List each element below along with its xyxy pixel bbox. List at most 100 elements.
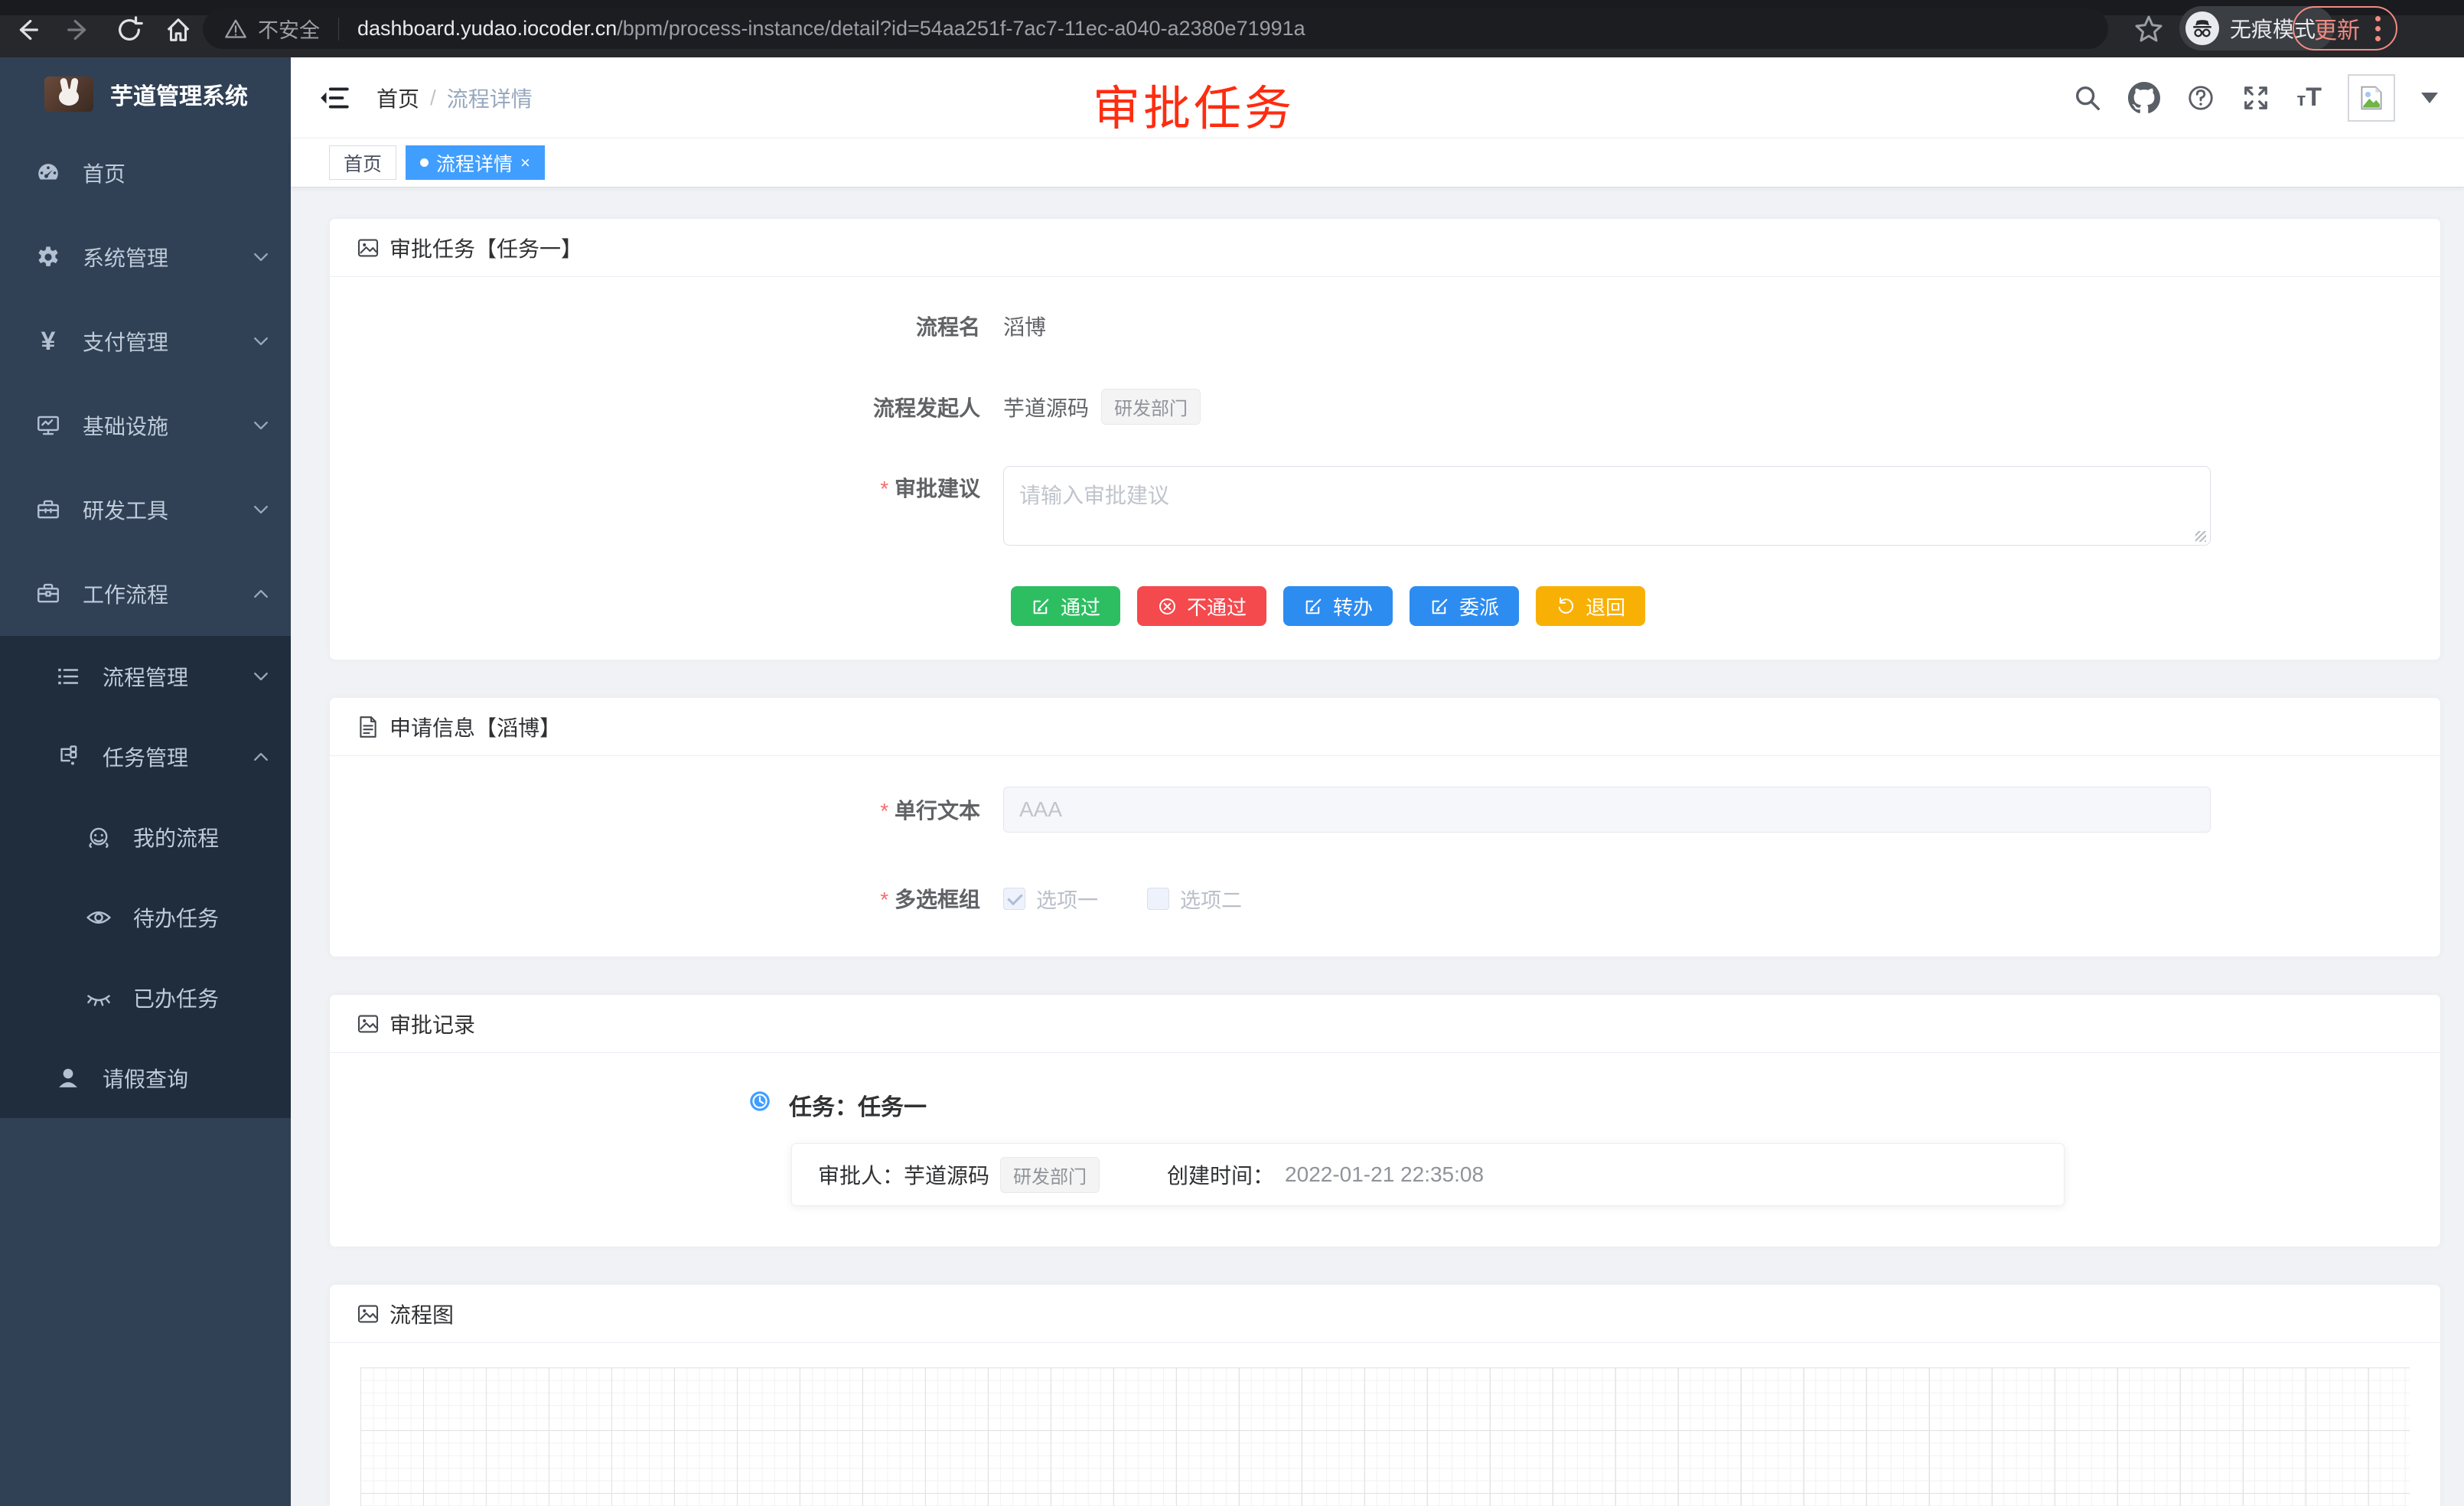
help-icon[interactable] xyxy=(2186,83,2215,112)
suggestion-textarea[interactable] xyxy=(1003,466,2211,546)
picture-icon xyxy=(356,1302,380,1326)
picture-icon xyxy=(356,1012,380,1036)
sidebar-item-done-tasks[interactable]: 已办任务 xyxy=(0,957,291,1038)
sidebar-item-home[interactable]: 首页 xyxy=(0,131,291,215)
sidebar-item-system[interactable]: 系统管理 xyxy=(0,215,291,299)
sidebar-item-process-mgmt[interactable]: 流程管理 xyxy=(0,636,291,716)
browser-home-icon[interactable] xyxy=(164,15,193,44)
single-line-row: 单行文本 xyxy=(330,787,2440,833)
avatar[interactable] xyxy=(2348,74,2395,122)
search-icon[interactable] xyxy=(2073,83,2102,112)
tags-view-bar: 首页 流程详情 × xyxy=(291,138,2464,187)
chevron-down-icon xyxy=(251,331,271,351)
incognito-icon xyxy=(2185,11,2219,45)
sidebar-item-infra[interactable]: 基础设施 xyxy=(0,383,291,468)
address-bar[interactable]: 不安全 dashboard.yudao.iocoder.cn/bpm/proce… xyxy=(203,8,2108,49)
sidebar-item-task-mgmt[interactable]: 任务管理 xyxy=(0,716,291,797)
tab-home[interactable]: 首页 xyxy=(329,145,396,180)
picture-icon xyxy=(356,236,380,260)
dept-tag: 研发部门 xyxy=(1101,389,1201,425)
font-size-icon[interactable]: тT xyxy=(2296,83,2322,112)
sidebar-item-label: 待办任务 xyxy=(133,902,219,933)
browser-forward-icon[interactable] xyxy=(64,15,93,44)
timeline-clock-icon xyxy=(747,1088,773,1114)
textarea-resize-handle[interactable] xyxy=(2195,531,2206,542)
field-label: 多选框组 xyxy=(330,883,1003,914)
record-detail-card: 审批人： 芋道源码 研发部门 创建时间： 2022-01-21 22:35:08 xyxy=(791,1143,2065,1206)
eye-icon xyxy=(86,905,112,931)
approval-actions: 通过 不通过 转办 委派 xyxy=(330,586,2440,626)
card-title: 审批记录 xyxy=(389,1009,475,1039)
single-line-input xyxy=(1003,787,2211,833)
sidebar-item-label: 研发工具 xyxy=(83,494,168,525)
chevron-down-icon xyxy=(251,500,271,520)
process-diagram-card: 流程图 xyxy=(329,1284,2441,1506)
checkbox-option1: 选项一 xyxy=(1003,884,1098,914)
dept-tag: 研发部门 xyxy=(1000,1157,1100,1193)
dashboard-icon xyxy=(35,160,61,186)
bpmn-diagram-canvas[interactable] xyxy=(360,1367,2410,1506)
process-name-value: 滔博 xyxy=(1003,311,1046,341)
sidebar-item-workflow[interactable]: 工作流程 xyxy=(0,552,291,636)
bookmark-star-icon[interactable] xyxy=(2133,14,2164,44)
transfer-button[interactable]: 转办 xyxy=(1283,586,1393,626)
browser-reload-icon[interactable] xyxy=(115,15,144,44)
chevron-up-icon xyxy=(251,584,271,604)
field-label: 流程发起人 xyxy=(330,392,1003,422)
chevron-down-icon xyxy=(251,416,271,435)
approve-button[interactable]: 通过 xyxy=(1011,586,1120,626)
initiator-row: 流程发起人 芋道源码 研发部门 xyxy=(330,389,2440,425)
active-tab-dot xyxy=(420,158,429,167)
sidebar-item-payment[interactable]: ¥ 支付管理 xyxy=(0,299,291,383)
navbar-actions: тT xyxy=(2073,57,2438,138)
page-content: 审批任务【任务一】 流程名 滔博 流程发起人 芋道源码 研发部门 xyxy=(291,187,2464,1506)
top-navbar: 首页 / 流程详情 审批任务 тT xyxy=(291,57,2464,138)
url-path: /bpm/process-instance/detail?id=54aa251f… xyxy=(617,17,1305,41)
github-icon[interactable] xyxy=(2128,82,2160,114)
eye-closed-icon xyxy=(86,985,112,1011)
tab-process-detail[interactable]: 流程详情 × xyxy=(406,145,545,180)
apply-info-card: 申请信息【滔博】 单行文本 多选框组 选项一 xyxy=(329,697,2441,957)
checkbox-checked-icon xyxy=(1003,888,1025,910)
workflow-submenu: 流程管理 任务管理 我的流程 待办任务 xyxy=(0,636,291,1118)
create-time-label: 创建时间： xyxy=(1167,1159,1274,1190)
sidebar-item-devtools[interactable]: 研发工具 xyxy=(0,468,291,552)
card-header: 申请信息【滔博】 xyxy=(330,698,2440,756)
timeline-task-title: 任务：任务一 xyxy=(789,1088,927,1122)
sidebar-collapse-icon[interactable] xyxy=(318,82,350,114)
broken-image-icon xyxy=(2358,84,2385,112)
sidebar-item-label: 任务管理 xyxy=(103,742,188,772)
sidebar-item-label: 请假查询 xyxy=(103,1063,188,1094)
card-title: 审批任务【任务一】 xyxy=(389,233,582,263)
breadcrumb-home[interactable]: 首页 xyxy=(376,83,419,113)
monitor-icon xyxy=(35,412,61,438)
breadcrumb-separator: / xyxy=(430,86,436,110)
browser-back-icon[interactable] xyxy=(12,15,41,44)
sidebar-item-label: 已办任务 xyxy=(133,983,219,1013)
avatar-dropdown-caret[interactable] xyxy=(2421,93,2438,103)
sidebar-item-leave-query[interactable]: 请假查询 xyxy=(0,1038,291,1118)
sidebar-item-label: 流程管理 xyxy=(103,661,188,692)
gear-icon xyxy=(35,244,61,270)
approver-label: 审批人： xyxy=(818,1159,904,1190)
chrome-update-button[interactable]: 更新 xyxy=(2293,6,2397,51)
close-tab-icon[interactable]: × xyxy=(520,155,530,171)
delegate-button[interactable]: 委派 xyxy=(1410,586,1519,626)
app-logo-row[interactable]: 芋道管理系统 xyxy=(0,57,291,131)
fullscreen-icon[interactable] xyxy=(2241,83,2270,112)
breadcrumb-current: 流程详情 xyxy=(447,83,533,113)
person-icon xyxy=(55,1065,81,1091)
red-annotation-text: 审批任务 xyxy=(1093,70,1295,139)
field-label: 审批建议 xyxy=(330,466,1003,512)
edit-icon xyxy=(1031,596,1051,617)
sidebar-item-todo-tasks[interactable]: 待办任务 xyxy=(0,877,291,957)
return-button[interactable]: 退回 xyxy=(1536,586,1645,626)
toolbox-icon xyxy=(35,497,61,523)
checkbox-unchecked-icon xyxy=(1147,888,1169,910)
reject-button[interactable]: 不通过 xyxy=(1137,586,1266,626)
browser-menu-icon[interactable] xyxy=(2375,16,2381,41)
sidebar-item-my-process[interactable]: 我的流程 xyxy=(0,797,291,877)
undo-icon xyxy=(1556,596,1576,617)
approver-value: 芋道源码 xyxy=(904,1159,989,1190)
field-label: 流程名 xyxy=(330,311,1003,341)
